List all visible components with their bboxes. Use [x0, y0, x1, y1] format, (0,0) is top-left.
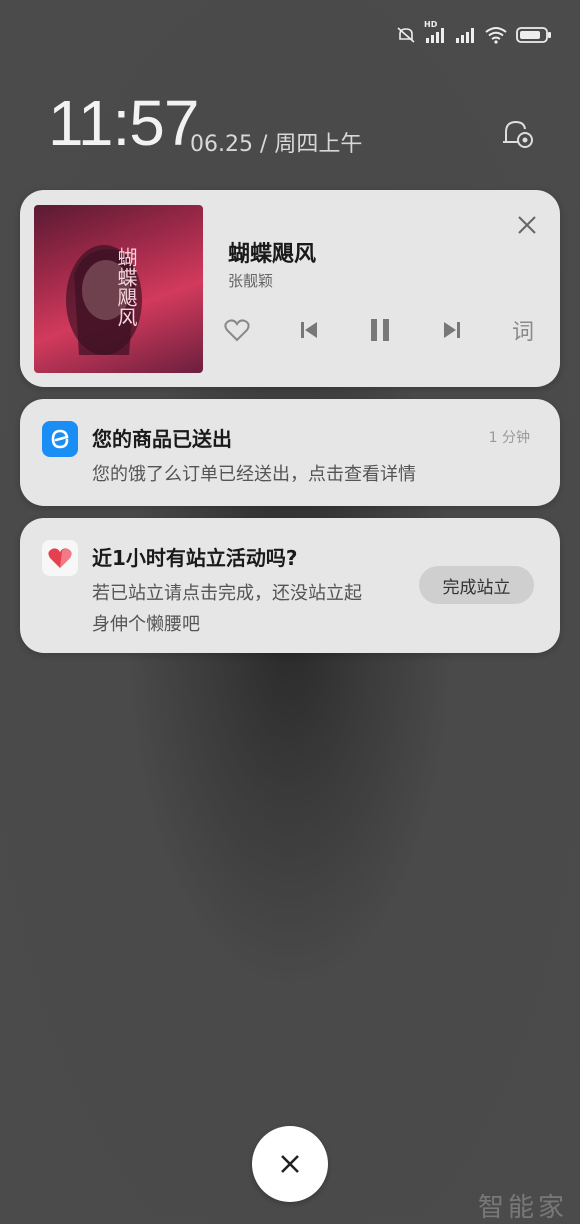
watermark: 智能家 [477, 1193, 568, 1223]
notification-body: 您的饿了么订单已经送出，点击查看详情 [92, 464, 416, 485]
hd-label: HD [424, 20, 438, 29]
ele-me-app-icon [42, 421, 78, 457]
song-title: 蝴蝶飓风 [228, 242, 317, 267]
status-bar: HD [396, 20, 552, 50]
close-icon [281, 1155, 299, 1173]
music-player-card[interactable]: 蝴蝶飓风 蝴蝶飓风 张靓颖 词 [20, 190, 560, 387]
album-title-text: 蝴蝶飓风 [114, 247, 138, 327]
hd-signal-icon: HD [424, 20, 446, 44]
close-icon[interactable] [516, 214, 538, 236]
pause-icon[interactable] [363, 313, 397, 347]
notification-title: 近1小时有站立活动吗? [92, 546, 298, 570]
notification-order-shipped[interactable]: 您的商品已送出 您的饿了么订单已经送出，点击查看详情 1 分钟 [20, 399, 560, 506]
playback-controls: 词 [220, 310, 540, 350]
notification-body: 若已站立请点击完成，还没站立起 身伸个懒腰吧 [92, 578, 362, 640]
notification-body-line: 身伸个懒腰吧 [92, 614, 200, 635]
complete-standing-button[interactable]: 完成站立 [419, 566, 534, 604]
notification-time: 1 分钟 [488, 430, 530, 446]
lockscreen-clock: 11:57 [48, 87, 199, 159]
health-heart-icon [42, 540, 78, 576]
wifi-icon [484, 26, 508, 44]
battery-icon [516, 26, 552, 44]
song-artist: 张靓颖 [228, 272, 274, 290]
notification-settings-icon[interactable] [500, 116, 536, 152]
notification-stand-reminder[interactable]: 近1小时有站立活动吗? 若已站立请点击完成，还没站立起 身伸个懒腰吧 完成站立 [20, 518, 560, 653]
signal-icon [454, 26, 476, 44]
clear-all-button[interactable] [252, 1126, 328, 1202]
lockscreen-date: 06.25 / 周四上午 [190, 132, 363, 157]
album-art: 蝴蝶飓风 [34, 205, 203, 373]
notification-body-line: 若已站立请点击完成，还没站立起 [92, 583, 362, 604]
heart-icon[interactable] [220, 313, 254, 347]
lyrics-button[interactable]: 词 [506, 313, 540, 347]
notification-title: 您的商品已送出 [92, 427, 232, 451]
next-track-icon[interactable] [435, 313, 469, 347]
previous-track-icon[interactable] [292, 313, 326, 347]
mute-icon [396, 25, 416, 45]
